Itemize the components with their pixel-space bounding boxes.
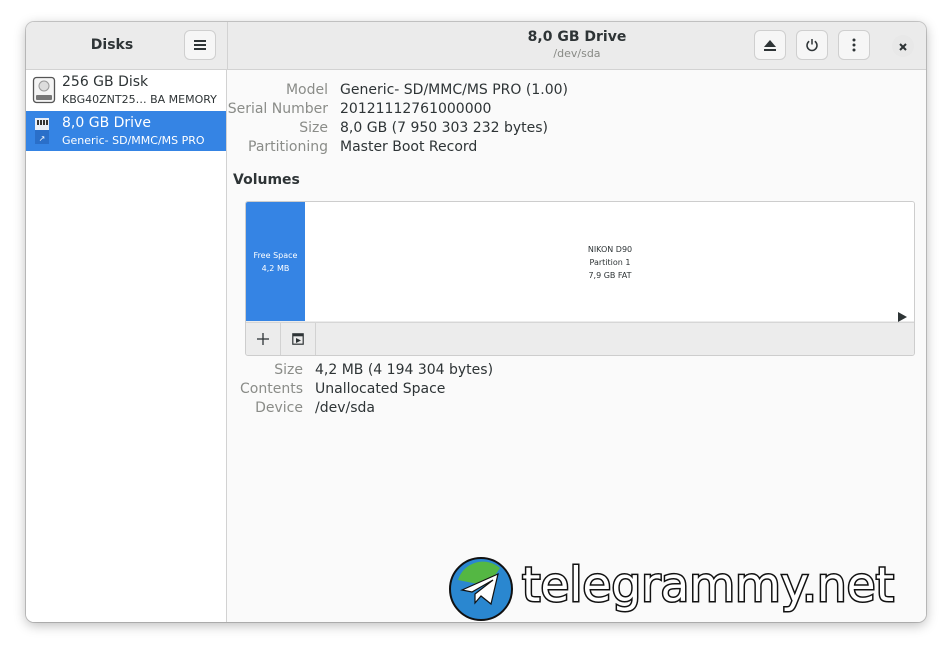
disk-item-8gb[interactable]: ↗ 8,0 GB Drive Generic- SD/MMC/MS PRO: [26, 111, 226, 151]
hamburger-menu-icon: [193, 39, 207, 51]
close-icon: [898, 37, 908, 56]
drive-options-button[interactable]: [838, 30, 870, 60]
volume-size-label: Size: [274, 362, 303, 378]
close-window-button[interactable]: [892, 35, 914, 57]
volume-contents-value: Unallocated Space: [315, 381, 446, 397]
partition-name: NIKON D90: [587, 245, 633, 254]
header-bar: Disks 8,0 GB Drive /dev/sda: [26, 22, 926, 70]
volumes-heading: Volumes: [233, 172, 300, 188]
size-label: Size: [299, 120, 328, 136]
eject-button[interactable]: [754, 30, 786, 60]
size-value: 8,0 GB (7 950 303 232 bytes): [340, 120, 548, 136]
model-label: Model: [285, 82, 328, 98]
disk-subtitle: KBG40ZNT25… BA MEMORY: [62, 93, 217, 106]
power-icon: [805, 38, 819, 52]
disk-name: 8,0 GB Drive: [62, 115, 151, 131]
additional-partition-options-button[interactable]: [281, 323, 316, 355]
plus-icon: [257, 330, 269, 349]
volumes-map: Free Space 4,2 MB NIKON D90 Partition 1 …: [246, 202, 914, 322]
main-menu-button[interactable]: [184, 30, 216, 60]
partition-number: Partition 1: [589, 258, 631, 267]
volume-contents-label: Contents: [240, 381, 303, 397]
serial-value: 20121112761000000: [340, 101, 492, 117]
free-space-segment[interactable]: Free Space 4,2 MB: [246, 202, 305, 321]
sidebar-header: Disks: [26, 22, 228, 69]
free-space-label: Free Space: [253, 251, 298, 260]
disk-subtitle: Generic- SD/MMC/MS PRO: [62, 134, 205, 147]
eject-icon: [763, 39, 777, 52]
free-space-size: 4,2 MB: [261, 264, 290, 273]
watermark-text: telegrammy.net: [520, 557, 895, 615]
volume-toolbar: [246, 322, 914, 355]
disk-name: 256 GB Disk: [62, 74, 149, 90]
partitioning-value: Master Boot Record: [340, 139, 478, 155]
app-title: Disks: [90, 37, 134, 53]
disk-list: 256 GB Disk KBG40ZNT25… BA MEMORY ↗ 8,0 …: [26, 70, 227, 622]
partition-size-type: 7,9 GB FAT: [588, 271, 632, 280]
sd-card-icon: ↗: [32, 117, 52, 149]
model-value: Generic- SD/MMC/MS PRO (1.00): [340, 82, 568, 98]
partition-segment[interactable]: NIKON D90 Partition 1 7,9 GB FAT: [306, 202, 914, 321]
telegram-logo-icon: [448, 556, 514, 626]
disk-item-256gb[interactable]: 256 GB Disk KBG40ZNT25… BA MEMORY: [26, 70, 226, 110]
volumes-graph: Free Space 4,2 MB NIKON D90 Partition 1 …: [245, 201, 915, 356]
more-vertical-icon: [852, 38, 856, 52]
volume-device-label: Device: [255, 400, 303, 416]
svg-text:↗: ↗: [39, 134, 46, 143]
create-partition-button[interactable]: [246, 323, 281, 355]
partition-options-icon: [292, 330, 304, 349]
power-off-button[interactable]: [796, 30, 828, 60]
drive-details: Model Generic- SD/MMC/MS PRO (1.00) Seri…: [227, 70, 926, 622]
disks-window: Disks 8,0 GB Drive /dev/sda 256 GB Disk …: [26, 22, 926, 622]
volume-size-value: 4,2 MB (4 194 304 bytes): [315, 362, 494, 378]
serial-label: Serial Number: [227, 101, 328, 117]
partitioning-label: Partitioning: [248, 139, 328, 155]
volume-device-value: /dev/sda: [315, 400, 375, 416]
hard-disk-icon: [32, 76, 56, 108]
